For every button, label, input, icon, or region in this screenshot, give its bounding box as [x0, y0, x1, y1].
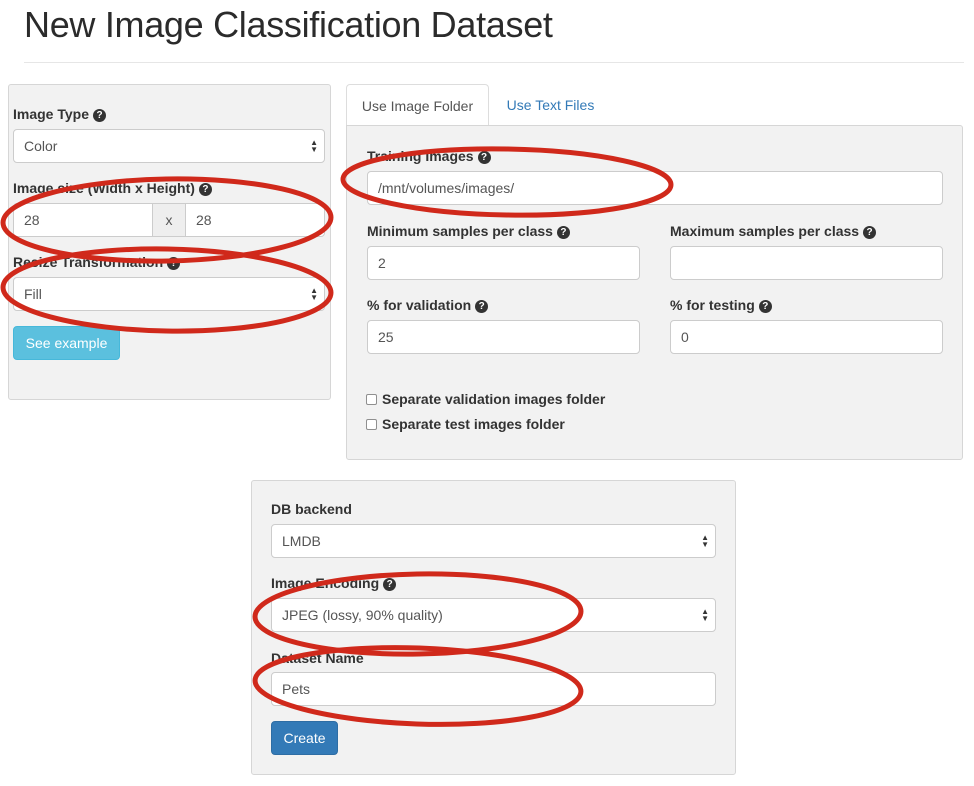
separate-test-checkbox[interactable] [366, 419, 377, 430]
title-divider [24, 62, 964, 63]
help-icon[interactable]: ? [198, 183, 212, 196]
size-separator: x [152, 203, 186, 237]
min-samples-label: Minimum samples per class? [367, 223, 570, 239]
tab-use-image-folder[interactable]: Use Image Folder [346, 84, 489, 126]
separate-test-label[interactable]: Separate test images folder [382, 416, 565, 432]
pct-testing-input[interactable]: 0 [670, 320, 943, 354]
resize-transformation-select[interactable]: Fill ▲ ▼ [13, 277, 325, 311]
training-images-label: Training Images? [367, 148, 491, 164]
separate-validation-checkbox[interactable] [366, 394, 377, 405]
resize-transformation-value: Fill [24, 286, 42, 302]
help-icon[interactable]: ? [863, 226, 877, 239]
help-icon[interactable]: ? [758, 300, 772, 313]
select-arrows-icon: ▲ ▼ [310, 286, 318, 302]
dataset-name-label: Dataset Name [271, 650, 364, 666]
training-images-input[interactable]: /mnt/volumes/images/ [367, 171, 943, 205]
help-icon[interactable]: ? [477, 151, 491, 164]
image-encoding-select[interactable]: JPEG (lossy, 90% quality) ▲ ▼ [271, 598, 716, 632]
dataset-name-input[interactable]: Pets [271, 672, 716, 706]
help-icon[interactable]: ? [167, 257, 181, 270]
max-samples-input[interactable] [670, 246, 943, 280]
image-type-value: Color [24, 138, 58, 154]
image-size-label: Image size (Width x Height)? [13, 180, 212, 196]
image-height-input[interactable]: 28 [185, 203, 325, 237]
separate-validation-label[interactable]: Separate validation images folder [382, 391, 605, 407]
db-backend-label: DB backend [271, 501, 352, 517]
help-icon[interactable]: ? [383, 578, 397, 591]
create-button[interactable]: Create [271, 721, 338, 755]
image-width-input[interactable]: 28 [13, 203, 153, 237]
db-backend-select[interactable]: LMDB ▲ ▼ [271, 524, 716, 558]
page-title: New Image Classification Dataset [24, 4, 553, 45]
select-arrows-icon: ▲ ▼ [310, 138, 318, 154]
help-icon[interactable]: ? [93, 109, 106, 122]
pct-testing-label: % for testing? [670, 297, 772, 313]
select-arrows-icon: ▲ ▼ [701, 533, 709, 549]
pct-validation-label: % for validation? [367, 297, 489, 313]
help-icon[interactable]: ? [556, 226, 570, 239]
select-arrows-icon: ▲ ▼ [701, 607, 709, 623]
tab-use-text-files[interactable]: Use Text Files [493, 84, 608, 126]
image-type-select[interactable]: Color ▲ ▼ [13, 129, 325, 163]
pct-validation-input[interactable]: 25 [367, 320, 640, 354]
help-icon[interactable]: ? [475, 300, 489, 313]
min-samples-input[interactable]: 2 [367, 246, 640, 280]
max-samples-label: Maximum samples per class? [670, 223, 877, 239]
image-type-label: Image Type? [13, 106, 106, 122]
resize-transformation-label: Resize Transformation? [13, 254, 181, 270]
image-encoding-label: Image Encoding? [271, 575, 397, 591]
see-example-button[interactable]: See example [13, 326, 120, 360]
